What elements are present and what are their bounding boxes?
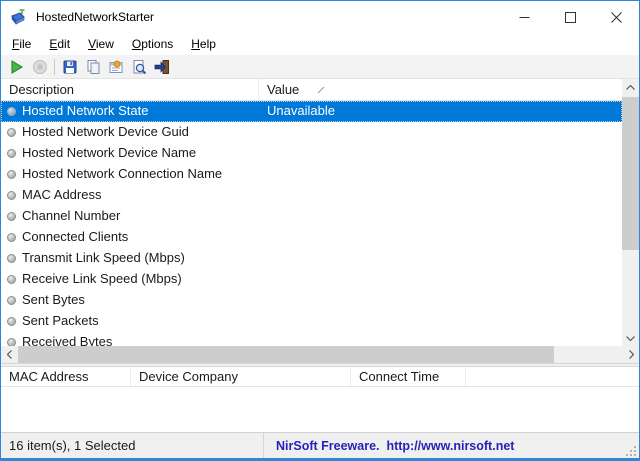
exit-icon bbox=[154, 59, 169, 74]
close-button[interactable] bbox=[593, 1, 639, 33]
item-description: Sent Bytes bbox=[22, 292, 85, 307]
column-header-device-company[interactable]: Device Company bbox=[131, 367, 351, 386]
find-icon bbox=[133, 59, 146, 74]
horizontal-scrollbar[interactable] bbox=[1, 346, 639, 363]
scroll-right-icon bbox=[628, 350, 634, 359]
scroll-down-icon bbox=[626, 335, 635, 341]
maximize-button[interactable] bbox=[547, 1, 593, 33]
menu-edit[interactable]: Edit bbox=[40, 33, 79, 55]
list-item[interactable]: Hosted Network Device Guid bbox=[1, 122, 622, 143]
minimize-button[interactable] bbox=[501, 1, 547, 33]
save-button[interactable] bbox=[58, 56, 81, 78]
clients-list-body bbox=[1, 387, 639, 432]
item-description: Hosted Network Device Guid bbox=[22, 124, 189, 139]
scroll-up-button[interactable] bbox=[622, 79, 639, 95]
vertical-scroll-track[interactable] bbox=[622, 95, 639, 330]
item-description: Transmit Link Speed (Mbps) bbox=[22, 250, 185, 265]
item-description: Hosted Network State bbox=[22, 103, 149, 118]
scroll-up-icon bbox=[626, 84, 635, 90]
copy-button[interactable] bbox=[81, 56, 104, 78]
menu-options[interactable]: Options bbox=[123, 33, 182, 55]
scroll-left-icon bbox=[6, 350, 12, 359]
list-item[interactable]: Receive Link Speed (Mbps) bbox=[1, 269, 622, 290]
close-icon bbox=[610, 11, 622, 23]
menu-file[interactable]: File bbox=[3, 33, 40, 55]
list-item[interactable]: Hosted Network Device Name bbox=[1, 143, 622, 164]
stop-hosted-network-icon bbox=[32, 59, 47, 74]
list-item[interactable]: MAC Address bbox=[1, 185, 622, 206]
properties-button[interactable] bbox=[104, 56, 127, 78]
window-title: HostedNetworkStarter bbox=[36, 10, 155, 24]
main-list: Description Value Hosted Network State U… bbox=[1, 79, 639, 363]
item-bullet-icon bbox=[7, 275, 16, 284]
scroll-left-button[interactable] bbox=[1, 346, 17, 363]
list-item[interactable]: Received Bytes bbox=[1, 332, 622, 346]
item-bullet-icon bbox=[7, 296, 16, 305]
item-bullet-icon bbox=[7, 212, 16, 221]
save-icon bbox=[63, 60, 76, 73]
copy-icon bbox=[87, 59, 99, 74]
item-description: Channel Number bbox=[22, 208, 121, 223]
status-item-count: 16 item(s), 1 Selected bbox=[1, 433, 264, 458]
toolbar bbox=[1, 55, 639, 79]
item-description: Hosted Network Device Name bbox=[22, 145, 197, 160]
item-bullet-icon bbox=[7, 149, 16, 158]
list-item[interactable]: Sent Packets bbox=[1, 311, 622, 332]
item-description: Connected Clients bbox=[22, 229, 129, 244]
resize-grip-icon[interactable] bbox=[626, 445, 637, 456]
item-bullet-icon bbox=[7, 233, 16, 242]
vertical-scroll-thumb[interactable] bbox=[622, 97, 639, 250]
column-header-description[interactable]: Description bbox=[1, 79, 259, 100]
status-bar: 16 item(s), 1 Selected NirSoft Freeware.… bbox=[1, 432, 639, 458]
exit-button[interactable] bbox=[150, 56, 173, 78]
item-bullet-icon bbox=[7, 191, 16, 200]
app-icon bbox=[11, 9, 25, 25]
app-window: HostedNetworkStarter File Edit View Opti… bbox=[0, 0, 640, 461]
stop-hosted-network-button[interactable] bbox=[28, 56, 51, 78]
sort-ascending-icon bbox=[317, 86, 325, 93]
minimize-icon bbox=[519, 16, 529, 18]
scroll-down-button[interactable] bbox=[622, 330, 639, 346]
list-header: Description Value bbox=[1, 79, 639, 101]
start-hosted-network-icon bbox=[11, 59, 23, 74]
menu-view[interactable]: View bbox=[79, 33, 123, 55]
list-item[interactable]: Transmit Link Speed (Mbps) bbox=[1, 248, 622, 269]
start-hosted-network-button[interactable] bbox=[5, 56, 28, 78]
list-item[interactable]: Sent Bytes bbox=[1, 290, 622, 311]
item-bullet-icon bbox=[7, 107, 16, 116]
item-description: Receive Link Speed (Mbps) bbox=[22, 271, 182, 286]
item-description: Received Bytes bbox=[22, 334, 113, 346]
menu-help[interactable]: Help bbox=[182, 33, 225, 55]
maximize-icon bbox=[564, 11, 576, 23]
item-bullet-icon bbox=[7, 128, 16, 137]
properties-icon bbox=[109, 60, 122, 73]
vertical-scrollbar[interactable] bbox=[622, 79, 639, 346]
connected-clients-panel: MAC Address Device Company Connect Time bbox=[1, 367, 639, 432]
column-header-connect-time[interactable]: Connect Time bbox=[351, 367, 466, 386]
status-nirsoft-link[interactable]: NirSoft Freeware. http://www.nirsoft.net bbox=[264, 433, 639, 458]
clients-header: MAC Address Device Company Connect Time bbox=[1, 367, 639, 387]
item-description: Hosted Network Connection Name bbox=[22, 166, 223, 181]
menu-bar: File Edit View Options Help bbox=[1, 33, 639, 55]
list-item[interactable]: Channel Number bbox=[1, 206, 622, 227]
toolbar-separator bbox=[54, 58, 55, 75]
item-bullet-icon bbox=[7, 170, 16, 179]
column-header-mac-address[interactable]: MAC Address bbox=[1, 367, 131, 386]
item-bullet-icon bbox=[7, 254, 16, 263]
find-button[interactable] bbox=[127, 56, 150, 78]
item-bullet-icon bbox=[7, 338, 16, 346]
title-bar: HostedNetworkStarter bbox=[1, 1, 639, 33]
list-item[interactable]: Hosted Network State Unavailable bbox=[1, 101, 622, 122]
scroll-right-button[interactable] bbox=[623, 346, 639, 363]
horizontal-scroll-track[interactable] bbox=[17, 346, 623, 363]
item-value: Unavailable bbox=[267, 103, 335, 118]
list-body: Hosted Network State Unavailable Hosted … bbox=[1, 101, 622, 346]
column-header-value[interactable]: Value bbox=[259, 79, 639, 100]
horizontal-scroll-thumb[interactable] bbox=[18, 346, 554, 363]
list-item[interactable]: Connected Clients bbox=[1, 227, 622, 248]
item-description: MAC Address bbox=[22, 187, 102, 202]
item-bullet-icon bbox=[7, 317, 16, 326]
list-item[interactable]: Hosted Network Connection Name bbox=[1, 164, 622, 185]
item-description: Sent Packets bbox=[22, 313, 99, 328]
